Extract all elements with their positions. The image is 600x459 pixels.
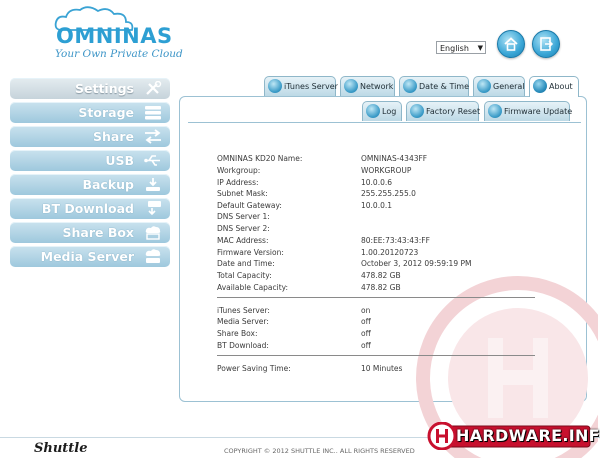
info-value: 478.82 GB <box>361 283 401 292</box>
tab-label: General <box>493 82 525 91</box>
tab-date-time[interactable]: Date & Time <box>399 76 469 96</box>
service-value: on <box>361 306 371 315</box>
subtab-bar <box>188 122 581 123</box>
usb-icon <box>144 155 160 166</box>
firmware-icon <box>488 104 502 118</box>
tab-about[interactable]: About <box>529 76 579 97</box>
sidebar-item-label: Settings <box>74 81 134 96</box>
storage-icon <box>145 106 161 120</box>
info-label: DNS Server 1: <box>217 212 270 221</box>
info-value: OMNINAS-4343FF <box>361 154 428 163</box>
service-value: off <box>361 329 371 338</box>
omninas-logo: OMNINAS Your Own Private Cloud <box>52 6 183 60</box>
general-icon <box>477 79 491 93</box>
tab-network[interactable]: Network <box>340 76 395 96</box>
sidebar-item-label: Media Server <box>40 249 134 264</box>
backup-icon <box>146 178 160 191</box>
info-value: 478.82 GB <box>361 271 401 280</box>
chevron-down-icon: ▼ <box>477 44 483 52</box>
sidebar-item-label: Storage <box>78 105 134 120</box>
sidebar-item-bt-download[interactable]: BT Download <box>10 198 170 219</box>
logout-icon <box>540 37 554 51</box>
sidebar-item-storage[interactable]: Storage <box>10 102 170 123</box>
sidebar-item-label: USB <box>105 153 134 168</box>
tab-label: iTunes Server <box>284 82 338 91</box>
info-value: 255.255.255.0 <box>361 189 416 198</box>
service-value: off <box>361 341 371 350</box>
info-value: 80:EE:73:43:43:FF <box>361 236 430 245</box>
subtab-label: Firmware Update <box>504 107 573 116</box>
tab-label: Date & Time <box>419 82 470 91</box>
sidebar-item-label: BT Download <box>41 201 134 216</box>
info-label: IP Address: <box>217 178 259 187</box>
language-select[interactable]: English ▼ <box>436 41 486 54</box>
power-saving-label: Power Saving Time: <box>217 364 291 373</box>
sidebar-item-settings[interactable]: Settings <box>10 78 170 99</box>
subtab-label: Log <box>382 107 397 116</box>
info-label: Date and Time: <box>217 259 275 268</box>
network-icon <box>344 79 358 93</box>
home-button[interactable] <box>497 30 525 58</box>
subtab-factory-reset[interactable]: Factory Reset <box>406 101 481 121</box>
sidebar-item-label: Share Box <box>62 225 134 240</box>
brand-name: OMNINAS <box>56 24 173 48</box>
power-saving-value: 10 Minutes <box>361 364 403 373</box>
tab-label: Network <box>360 82 394 91</box>
info-value: WORKGROUP <box>361 166 412 175</box>
subtab-label: Factory Reset <box>426 107 481 116</box>
clock-icon <box>403 79 417 93</box>
info-label: Subnet Mask: <box>217 189 268 198</box>
info-label: MAC Address: <box>217 236 269 245</box>
service-value: off <box>361 317 371 326</box>
info-label: Available Capacity: <box>217 283 289 292</box>
info-value: 10.0.0.1 <box>361 201 393 210</box>
info-value: October 3, 2012 09:59:19 PM <box>361 259 472 268</box>
service-label: BT Download: <box>217 341 269 350</box>
shuttle-logo: Shuttle <box>34 441 88 456</box>
info-value: 1.00.20120723 <box>361 248 419 257</box>
subtab-log[interactable]: Log <box>362 101 402 121</box>
sharebox-icon <box>145 226 161 240</box>
copyright-text: COPYRIGHT © 2012 SHUTTLE INC.. ALL RIGHT… <box>224 447 415 455</box>
reset-icon <box>410 104 424 118</box>
info-label: OMNINAS KD20 Name: <box>217 154 303 163</box>
tab-itunes-server[interactable]: iTunes Server <box>264 76 338 96</box>
music-note-icon <box>268 79 282 93</box>
sidebar-item-media-server[interactable]: Media Server <box>10 246 170 267</box>
bt-download-icon <box>148 201 161 216</box>
tab-general[interactable]: General <box>473 76 525 96</box>
logout-button[interactable] <box>532 30 560 58</box>
info-label: Total Capacity: <box>217 271 272 280</box>
tab-label: About <box>549 82 573 91</box>
service-label: Media Server: <box>217 317 269 326</box>
sidebar-item-backup[interactable]: Backup <box>10 174 170 195</box>
media-server-icon <box>145 249 161 263</box>
sidebar-item-label: Share <box>93 129 134 144</box>
sidebar-item-share-box[interactable]: Share Box <box>10 222 170 243</box>
info-label: Default Gateway: <box>217 201 282 210</box>
info-label: Firmware Version: <box>217 248 284 257</box>
home-icon <box>504 37 518 51</box>
share-arrows-icon <box>145 129 161 144</box>
log-icon <box>366 104 380 118</box>
sidebar-item-share[interactable]: Share <box>10 126 170 147</box>
watermark-text: HARDWARE.INFO <box>456 426 600 445</box>
sidebar-item-usb[interactable]: USB <box>10 150 170 171</box>
info-value: 10.0.0.6 <box>361 178 393 187</box>
divider <box>217 297 535 298</box>
service-label: iTunes Server: <box>217 306 270 315</box>
sidebar-item-label: Backup <box>82 177 134 192</box>
language-value: English <box>440 44 469 53</box>
subtab-firmware-update[interactable]: Firmware Update <box>484 101 573 121</box>
info-label: Workgroup: <box>217 166 261 175</box>
info-label: DNS Server 2: <box>217 224 270 233</box>
tools-icon <box>146 81 162 95</box>
brand-tagline: Your Own Private Cloud <box>55 48 183 60</box>
info-icon <box>533 79 547 93</box>
divider <box>217 355 535 356</box>
service-label: Share Box: <box>217 329 258 338</box>
